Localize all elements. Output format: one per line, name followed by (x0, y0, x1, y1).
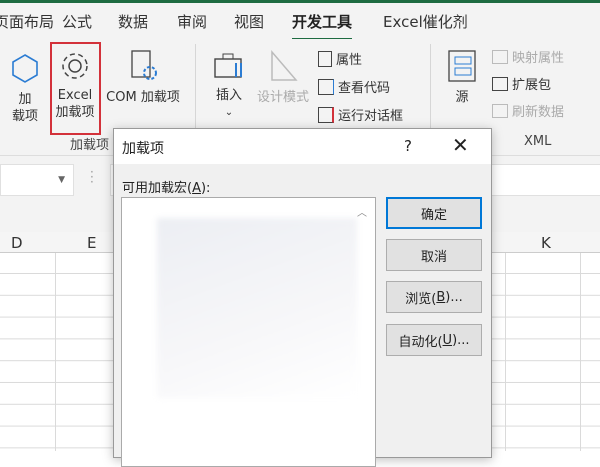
source-label: 源 (455, 90, 469, 105)
highlight-box (50, 42, 101, 135)
addins-listbox[interactable]: ︿ (121, 197, 376, 467)
run-dialog-button[interactable]: 运行对话框 (318, 105, 403, 124)
expansion-packs-label: 扩展包 (512, 78, 552, 93)
map-properties-button[interactable]: 映射属性 (492, 47, 564, 66)
tab-data[interactable]: 数据 (118, 11, 148, 32)
tab-excel-catalyst[interactable]: Excel催化剂 (383, 11, 468, 32)
com-addins-label: COM 加载项 (106, 90, 180, 105)
expansion-packs-icon (492, 76, 508, 91)
com-addins-button[interactable]: COM 加载项 (100, 49, 186, 106)
browse-end: )... (445, 289, 463, 305)
xml-source-icon (448, 50, 476, 82)
refresh-data-icon (492, 103, 508, 118)
map-properties-icon (492, 49, 508, 64)
dropdown-arrow-icon[interactable]: ▼ (58, 175, 65, 185)
browse-accesskey: B (436, 289, 446, 305)
ribbon-tabs: 页面布局 公式 数据 审阅 视图 开发工具 Excel催化剂 (0, 3, 600, 41)
close-button[interactable]: ✕ (452, 133, 469, 157)
view-code-label: 查看代码 (338, 81, 391, 96)
tab-review[interactable]: 审阅 (177, 11, 207, 32)
dialog-title: 加载项 (122, 141, 164, 157)
properties-label: 属性 (336, 53, 363, 68)
addins-button[interactable]: 加 载项 (8, 53, 42, 125)
xml-group-label: XML (524, 134, 552, 149)
label-end: ): (200, 181, 211, 196)
addins-dialog: 加载项 ? ✕ 可用加载宏(A): ︿ 确定 取消 浏览(B)... 自动化(U… (113, 128, 492, 467)
scroll-up-icon[interactable]: ︿ (357, 204, 367, 219)
triangle-ruler-icon (271, 49, 298, 81)
automation-accesskey: U (442, 332, 453, 348)
run-dialog-label: 运行对话框 (338, 109, 404, 124)
label-accesskey: A (192, 181, 201, 196)
design-mode-button[interactable]: 设计模式 (253, 49, 313, 106)
column-header-e[interactable]: E (87, 234, 96, 252)
tab-developer[interactable]: 开发工具 (292, 11, 353, 41)
source-button[interactable]: 源 (443, 49, 481, 106)
refresh-data-label: 刷新数据 (512, 105, 565, 120)
properties-icon (318, 50, 332, 67)
chevron-down-icon: ⌄ (224, 107, 234, 118)
hexagon-icon (12, 54, 38, 83)
label-text: 可用加载宏( (122, 181, 193, 196)
view-code-button[interactable]: 查看代码 (318, 77, 390, 96)
help-button[interactable]: ? (404, 137, 412, 155)
refresh-data-button[interactable]: 刷新数据 (492, 101, 564, 120)
browse-button[interactable]: 浏览(B)... (386, 281, 482, 313)
automation-text: 自动化( (398, 334, 443, 350)
run-dialog-icon (318, 106, 334, 123)
map-properties-label: 映射属性 (512, 51, 565, 66)
automation-end: )... (452, 332, 470, 348)
cancel-button[interactable]: 取消 (386, 239, 482, 271)
blurred-content (157, 218, 357, 398)
tab-formulas[interactable]: 公式 (62, 11, 92, 32)
automation-button[interactable]: 自动化(U)... (386, 324, 482, 356)
addins-group-label: 加载项 (70, 138, 110, 153)
tab-view[interactable]: 视图 (234, 11, 264, 32)
expansion-packs-button[interactable]: 扩展包 (492, 74, 551, 93)
properties-button[interactable]: 属性 (318, 49, 362, 68)
available-addins-label: 可用加载宏(A): (122, 177, 210, 196)
insert-button[interactable]: 插入 ⌄ (208, 51, 250, 121)
design-mode-label: 设计模式 (256, 90, 309, 105)
drag-handle-icon[interactable]: · · · (90, 166, 94, 188)
browse-text: 浏览( (405, 291, 437, 307)
toolbox-icon (214, 53, 242, 78)
column-header-k[interactable]: K (541, 234, 551, 252)
view-code-icon (318, 78, 334, 95)
dialog-title-bar: 加载项 ? ✕ (114, 129, 491, 164)
tab-page-layout[interactable]: 页面布局 (0, 11, 54, 32)
column-header-d[interactable]: D (11, 234, 23, 252)
com-addins-icon (131, 50, 157, 80)
ok-button[interactable]: 确定 (386, 197, 482, 229)
name-box[interactable]: ▼ (0, 164, 74, 196)
addins-label: 加 载项 (11, 92, 38, 124)
insert-label: 插入 (215, 88, 242, 103)
